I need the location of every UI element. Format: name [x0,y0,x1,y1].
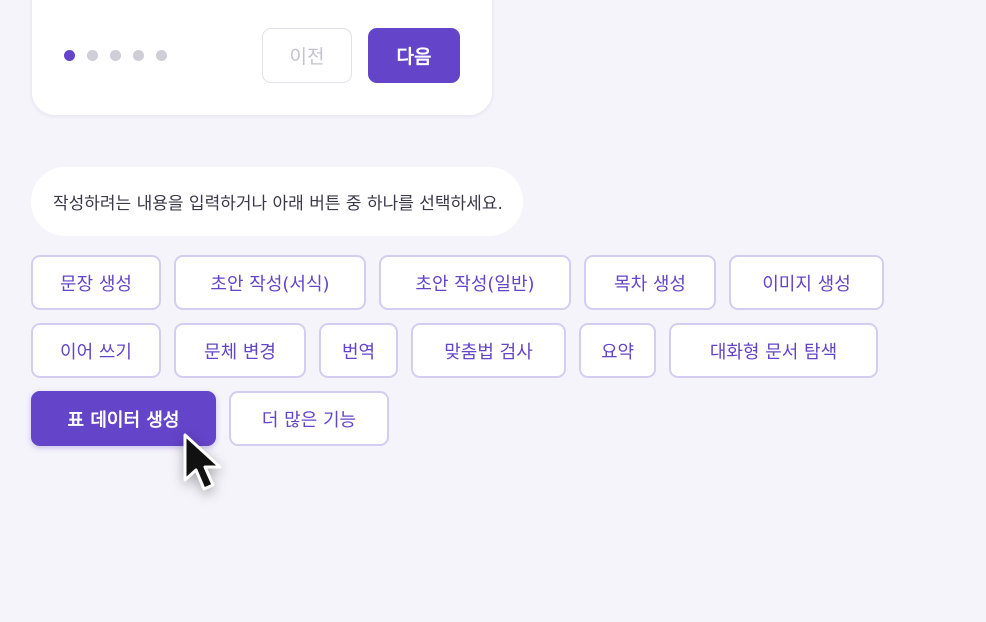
page-dot-1[interactable] [64,50,75,61]
page-dot-5[interactable] [156,50,167,61]
pagination-dots [64,50,167,61]
mouse-pointer-icon [183,433,222,491]
page-dot-2[interactable] [87,50,98,61]
page-dot-3[interactable] [110,50,121,61]
prompt-text: 작성하려는 내용을 입력하거나 아래 버튼 중 하나를 선택하세요. [53,194,503,214]
prev-button[interactable]: 이전 [262,28,352,83]
next-button[interactable]: 다음 [368,28,460,83]
chip-draft-general[interactable]: 초안 작성(일반) [379,255,571,310]
chip-style-change[interactable]: 문체 변경 [174,323,306,378]
chip-conversational-doc-search[interactable]: 대화형 문서 탐색 [669,323,878,378]
chip-more-features[interactable]: 더 많은 기능 [229,391,389,446]
chip-translate[interactable]: 번역 [319,323,398,378]
chip-summary[interactable]: 요약 [579,323,656,378]
page-dot-4[interactable] [133,50,144,61]
chip-spellcheck[interactable]: 맞춤법 검사 [411,323,566,378]
assistant-prompt-bubble: 작성하려는 내용을 입력하거나 아래 버튼 중 하나를 선택하세요. [31,167,523,236]
chip-image-generate[interactable]: 이미지 생성 [729,255,884,310]
chip-draft-formatted[interactable]: 초안 작성(서식) [174,255,366,310]
chip-toc-generate[interactable]: 목차 생성 [584,255,716,310]
chip-continue-writing[interactable]: 이어 쓰기 [31,323,161,378]
chip-sentence-generate[interactable]: 문장 생성 [31,255,161,310]
